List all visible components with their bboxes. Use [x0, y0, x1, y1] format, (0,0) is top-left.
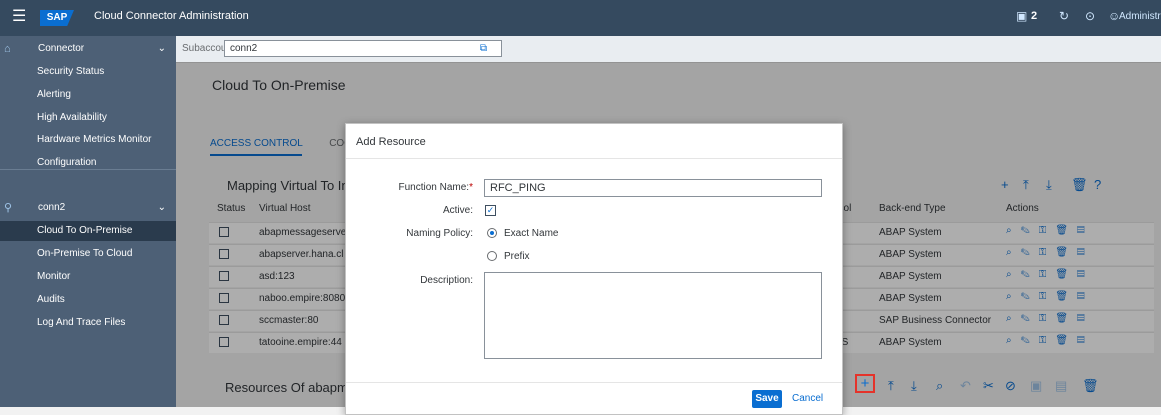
subaccount-bar: Subaccount: conn2 ⧉ — [176, 36, 1161, 63]
subaccount-value: conn2 — [230, 43, 258, 54]
description-label: Description: — [420, 275, 473, 286]
active-checkbox[interactable]: ✓ — [485, 205, 496, 216]
sidebar-group-label: conn2 — [38, 202, 66, 213]
sap-logo: SAP — [40, 10, 74, 26]
subaccount-field[interactable]: conn2 ⧉ — [224, 40, 502, 57]
home-icon: ⌂ — [4, 43, 11, 55]
sidebar-item-security-status[interactable]: Security Status — [0, 62, 176, 82]
chevron-down-icon: ⌄ — [157, 43, 166, 54]
option-prefix-label[interactable]: Prefix — [504, 251, 530, 262]
sidebar-item-on-premise-to-cloud[interactable]: On-Premise To Cloud — [0, 244, 176, 264]
description-textarea[interactable] — [484, 272, 822, 359]
sidebar-item-high-availability[interactable]: High Availability — [0, 108, 176, 128]
radio-prefix[interactable] — [487, 251, 497, 261]
sidebar-item-alerting[interactable]: Alerting — [0, 85, 176, 105]
active-label: Active: — [442, 205, 473, 216]
dialog-footer-divider — [346, 382, 842, 383]
refresh-icon[interactable]: ↻ — [1059, 9, 1069, 23]
function-name-input[interactable]: RFC_PING — [484, 179, 822, 197]
app-title: Cloud Connector Administration — [94, 10, 249, 22]
sidebar-item-configuration[interactable]: Configuration — [0, 153, 176, 173]
shell-bar: ☰ SAP Cloud Connector Administration ▣ 2… — [0, 0, 1161, 36]
function-name-label: Function Name:* — [346, 182, 474, 193]
subaccount-icon: ⚲ — [4, 202, 13, 214]
label-text: Function Name: — [398, 182, 470, 193]
sidebar-group-label: Connector — [38, 43, 85, 54]
sidebar-group-subaccount[interactable]: ⚲ conn2 ⌄ — [0, 198, 176, 218]
add-resource-dialog: Add Resource Function Name:* RFC_PING Ac… — [345, 123, 843, 415]
dialog-title: Add Resource — [356, 136, 426, 148]
sidebar-item-monitor[interactable]: Monitor — [0, 267, 176, 287]
option-exact-name-label[interactable]: Exact Name — [504, 228, 558, 239]
value-help-icon[interactable]: ⧉ — [480, 41, 487, 56]
logout-icon[interactable]: ⊙ — [1085, 9, 1095, 23]
dialog-header-divider — [346, 158, 842, 159]
required-mark: * — [469, 182, 473, 193]
save-button[interactable]: Save — [752, 390, 782, 408]
add-resource-button[interactable]: + — [855, 374, 875, 393]
sidebar: ⌂ Connector ⌄ Security Status Alerting H… — [0, 36, 176, 407]
cancel-button[interactable]: Cancel — [792, 390, 823, 408]
chevron-down-icon: ⌄ — [157, 202, 166, 213]
naming-policy-label: Naming Policy: — [406, 228, 473, 239]
sidebar-group-connector[interactable]: ⌂ Connector ⌄ — [0, 39, 176, 59]
user-name[interactable]: Administrator — [1119, 11, 1161, 22]
sidebar-item-audits[interactable]: Audits — [0, 290, 176, 310]
notification-icon[interactable]: ▣ — [1016, 9, 1027, 23]
radio-exact-name[interactable] — [487, 228, 497, 238]
sidebar-divider — [0, 169, 176, 170]
sidebar-item-log-trace[interactable]: Log And Trace Files — [0, 313, 176, 333]
notification-count: 2 — [1031, 10, 1038, 22]
menu-icon[interactable]: ☰ — [12, 9, 26, 25]
sidebar-item-cloud-to-on-premise[interactable]: Cloud To On-Premise — [0, 221, 176, 241]
sidebar-item-hardware-metrics[interactable]: Hardware Metrics Monitor — [0, 130, 176, 150]
